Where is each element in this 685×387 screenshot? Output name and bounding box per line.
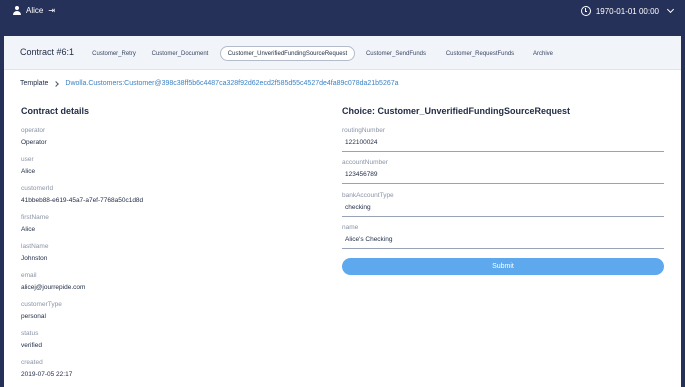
clock-icon <box>580 6 591 16</box>
field-customer-type: customerType personal <box>21 301 321 320</box>
field-user: user Alice <box>21 156 321 175</box>
field-first-name: firstName Alice <box>21 214 321 233</box>
field-created: created 2019-07-05 22:17 <box>21 359 321 378</box>
account-number-input[interactable]: 123456789 <box>342 171 664 184</box>
field-value: Johnston <box>21 255 48 262</box>
bank-account-type-input[interactable]: checking <box>342 204 664 217</box>
breadcrumb-template-label: Template <box>20 80 49 87</box>
time-control[interactable]: 1970-01-01 00:00 <box>580 5 675 16</box>
contract-details-title: Contract details <box>21 106 90 116</box>
top-bar: Alice ⇥ 1970-01-01 00:00 <box>0 0 685 24</box>
name-input[interactable]: Alice's Checking <box>342 236 664 249</box>
input-label: name <box>342 224 359 231</box>
submit-button[interactable]: Submit <box>342 258 664 275</box>
field-label: status <box>21 330 39 337</box>
field-value: verified <box>21 342 42 349</box>
routing-number-input[interactable]: 122100024 <box>342 139 664 152</box>
field-value: Alice <box>21 226 36 233</box>
input-label: routingNumber <box>342 127 385 134</box>
field-label: customerId <box>21 185 54 192</box>
name-field: name Alice's Checking <box>342 224 664 249</box>
user-area: Alice ⇥ <box>12 6 55 15</box>
template-id-link[interactable]: Dwolla.Customers:Customer@398c38ff5b6c44… <box>65 80 398 87</box>
tab-customer-document[interactable]: Customer_Document <box>147 46 213 61</box>
field-label: user <box>21 156 34 163</box>
input-label: accountNumber <box>342 159 388 166</box>
field-value: 2019-07-05 22:17 <box>21 371 73 378</box>
field-email: email alicej@jourrepide.com <box>21 272 321 291</box>
breadcrumb: Template Dwolla.Customers:Customer@398c3… <box>20 80 399 87</box>
field-label: created <box>21 359 43 366</box>
field-value: personal <box>21 313 46 320</box>
field-status: status verified <box>21 330 321 349</box>
user-icon <box>12 6 21 15</box>
field-operator: operator Operator <box>21 127 321 146</box>
field-label: customerType <box>21 301 62 308</box>
field-label: lastName <box>21 243 49 250</box>
choice-title: Choice: Customer_UnverifiedFundingSource… <box>342 106 571 116</box>
field-last-name: lastName Johnston <box>21 243 321 262</box>
field-value: alicej@jourrepide.com <box>21 284 86 291</box>
logout-icon[interactable]: ⇥ <box>48 6 55 15</box>
tab-customer-request-funds[interactable]: Customer_RequestFunds <box>440 46 520 61</box>
tab-customer-retry[interactable]: Customer_Retry <box>82 46 146 61</box>
contract-tabs-bar: Contract #6:1 Customer_Retry Customer_Do… <box>4 36 681 70</box>
routing-number-field: routingNumber 122100024 <box>342 127 664 152</box>
field-value: Operator <box>21 139 47 146</box>
account-number-field: accountNumber 123456789 <box>342 159 664 184</box>
tab-customer-send-funds[interactable]: Customer_SendFunds <box>361 46 431 61</box>
field-customer-id: customerId 41bbeb88-e619-45a7-a7ef-7768a… <box>21 185 321 204</box>
tab-customer-unverified-funding-source-request[interactable]: Customer_UnverifiedFundingSourceRequest <box>220 46 355 61</box>
field-value: 41bbeb88-e619-45a7-a7ef-7768a50c1d8d <box>21 197 144 204</box>
chevron-right-icon <box>53 80 60 87</box>
tab-archive[interactable]: Archive <box>528 46 558 61</box>
contract-panel: Contract #6:1 Customer_Retry Customer_Do… <box>4 36 681 387</box>
field-label: operator <box>21 127 46 134</box>
bank-account-type-field: bankAccountType checking <box>342 192 664 217</box>
input-label: bankAccountType <box>342 192 394 199</box>
chevron-down-icon[interactable] <box>666 5 675 14</box>
contract-title: Contract #6:1 <box>20 47 75 57</box>
field-label: email <box>21 272 37 279</box>
user-name: Alice <box>26 6 44 15</box>
field-value: Alice <box>21 168 36 175</box>
current-datetime: 1970-01-01 00:00 <box>595 6 659 16</box>
field-label: firstName <box>21 214 49 221</box>
